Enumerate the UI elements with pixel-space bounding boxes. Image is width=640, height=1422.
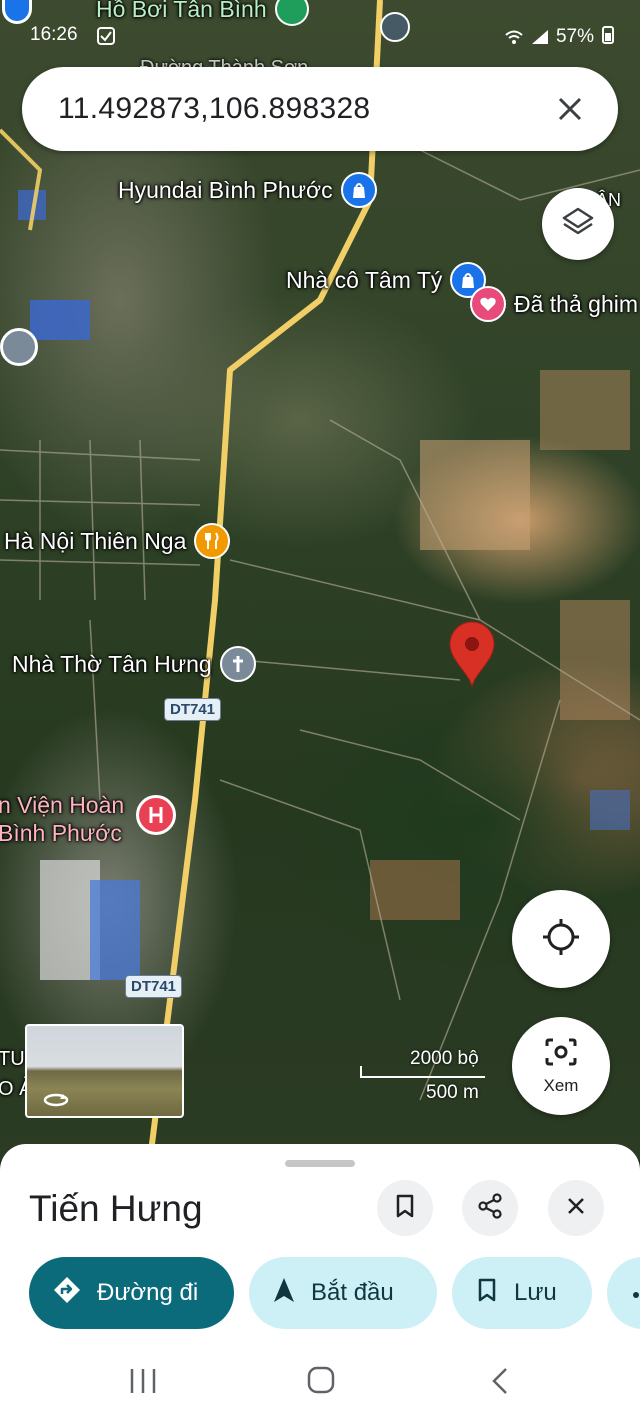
home-icon[interactable] xyxy=(306,1365,336,1400)
close-icon xyxy=(566,1196,586,1221)
layers-icon xyxy=(561,205,595,244)
selected-location-pin-icon[interactable] xyxy=(448,620,496,693)
save-button[interactable]: Lưu xyxy=(452,1257,592,1329)
close-sheet-button[interactable] xyxy=(548,1180,604,1236)
swim-icon xyxy=(274,0,309,26)
hospital-icon[interactable] xyxy=(136,795,176,835)
rotate-360-icon xyxy=(43,1090,69,1110)
scale-metric: 500 m xyxy=(426,1082,479,1103)
sheet-drag-handle[interactable] xyxy=(285,1160,355,1167)
map-canvas[interactable]: 16:26 57% Hồ Bơi Tân Bình Đường Thành Sơ… xyxy=(0,0,640,1160)
directions-icon xyxy=(53,1276,81,1311)
layers-button[interactable] xyxy=(542,188,614,260)
road-shield-dt741: DT741 xyxy=(164,698,222,721)
poi-nha-co-tam-ty[interactable]: Nhà cô Tâm Tý xyxy=(286,262,487,298)
more-actions-chip[interactable] xyxy=(607,1257,640,1329)
poi-ha-noi-thien-nga[interactable]: Hà Nội Thiên Nga xyxy=(4,523,231,559)
bus-stop-icon[interactable] xyxy=(380,12,410,42)
directions-label: Đường đi xyxy=(97,1279,199,1306)
wifi-icon xyxy=(504,28,523,46)
lens-view-button[interactable]: Xem xyxy=(512,1017,610,1115)
close-icon[interactable] xyxy=(550,89,590,129)
notification-check-icon xyxy=(96,26,116,52)
place-title: Tiến Hưng xyxy=(29,1188,203,1229)
crosshair-icon xyxy=(541,917,581,962)
poi-nha-tho-tan-hung[interactable]: Nhà Thờ Tân Hưng xyxy=(12,646,256,682)
search-bar[interactable]: 11.492873,106.898328 xyxy=(22,67,618,151)
street-view-thumbnail[interactable] xyxy=(25,1024,184,1118)
search-input[interactable]: 11.492873,106.898328 xyxy=(58,92,550,126)
heart-icon xyxy=(470,286,506,322)
road-shield-dt741: DT741 xyxy=(125,975,183,998)
poi-tu-label: TU xyxy=(0,1048,25,1070)
location-marker-icon[interactable] xyxy=(0,328,38,366)
restaurant-icon xyxy=(194,523,231,559)
poi-ho-boi-tan-binh[interactable]: Hồ Bơi Tân Bình xyxy=(96,0,309,26)
more-icon xyxy=(631,1279,640,1307)
battery-percent: 57% xyxy=(555,26,594,47)
action-chips-row[interactable]: Đường đi Bắt đầu Lưu xyxy=(29,1257,640,1329)
scale-imperial: 2000 bộ xyxy=(410,1048,479,1069)
start-label: Bắt đầu xyxy=(311,1279,394,1306)
back-icon[interactable] xyxy=(490,1366,510,1401)
system-nav-bar xyxy=(0,1340,640,1422)
church-cross-icon xyxy=(219,646,256,682)
signal-icon xyxy=(530,28,548,46)
start-navigation-button[interactable]: Bắt đầu xyxy=(249,1257,437,1329)
poi-benh-vien-hoan[interactable]: n Viện Hoàn xyxy=(0,792,124,819)
share-icon xyxy=(477,1192,503,1224)
shopping-bag-icon xyxy=(340,172,377,208)
battery-icon xyxy=(602,24,614,50)
recent-apps-icon[interactable] xyxy=(128,1366,158,1401)
lens-view-label: Xem xyxy=(543,1075,579,1095)
share-button[interactable] xyxy=(462,1180,518,1236)
bookmark-icon xyxy=(394,1193,416,1224)
directions-button[interactable]: Đường đi xyxy=(29,1257,234,1329)
camera-lens-icon xyxy=(544,1037,578,1072)
bookmark-icon xyxy=(476,1277,498,1310)
navigation-arrow-icon xyxy=(273,1277,295,1310)
save-label: Lưu xyxy=(514,1279,557,1306)
status-time: 16:26 xyxy=(30,24,78,45)
poi-hyundai-binh-phuoc[interactable]: Hyundai Bình Phước xyxy=(118,172,377,208)
poi-benh-vien-binh-phuoc[interactable]: Bình Phước xyxy=(0,820,122,847)
poi-dropped-pin[interactable]: Đã thả ghim xyxy=(470,286,638,322)
my-location-button[interactable] xyxy=(512,890,610,988)
save-bookmark-button[interactable] xyxy=(377,1180,433,1236)
status-indicators: 57% xyxy=(504,24,614,50)
